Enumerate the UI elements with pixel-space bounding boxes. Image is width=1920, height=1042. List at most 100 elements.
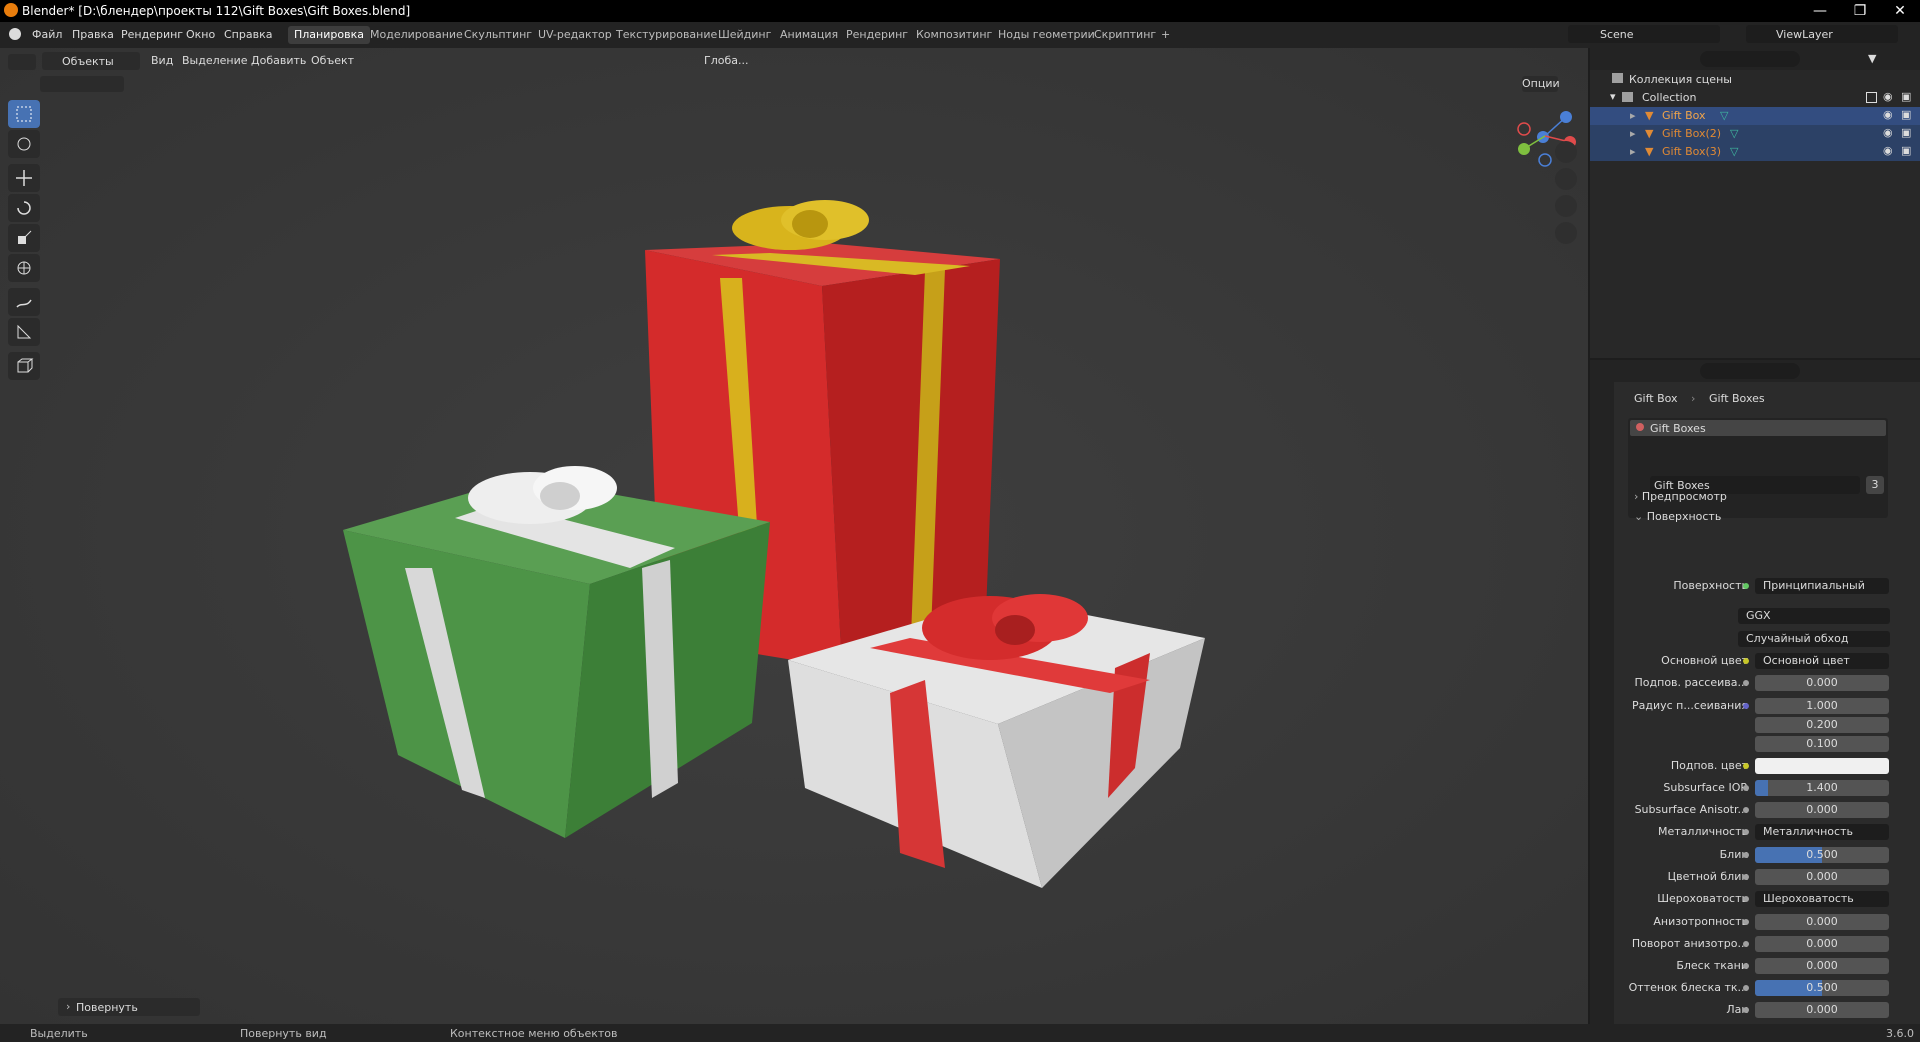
- property-field[interactable]: 0.000: [1755, 802, 1889, 818]
- material-slot-item[interactable]: Gift Boxes: [1630, 420, 1886, 436]
- tab-modeling[interactable]: Моделирование: [364, 26, 469, 44]
- chevron-right-icon[interactable]: ▸: [1630, 127, 1636, 140]
- selection-mode-group[interactable]: [40, 76, 124, 92]
- property-field[interactable]: 1.000: [1755, 698, 1889, 714]
- camera-icon[interactable]: ▣: [1901, 144, 1911, 157]
- outliner-row-scene-collection[interactable]: Коллекция сцены: [1590, 71, 1920, 89]
- property-field[interactable]: 0.000: [1755, 1002, 1889, 1018]
- socket-dot-icon[interactable]: [1743, 658, 1749, 664]
- property-field[interactable]: 0.500: [1755, 980, 1889, 996]
- select-box-tool-button[interactable]: [8, 100, 40, 128]
- socket-dot-icon[interactable]: [1743, 680, 1749, 686]
- menu-add[interactable]: Добавить: [251, 54, 306, 67]
- eye-icon[interactable]: ◉: [1883, 144, 1893, 157]
- socket-dot-icon[interactable]: [1743, 963, 1749, 969]
- properties-search-input[interactable]: [1700, 363, 1800, 379]
- eye-icon[interactable]: ◉: [1883, 108, 1893, 121]
- property-field[interactable]: 0.000: [1755, 936, 1889, 952]
- tab-scripting[interactable]: Скриптинг: [1088, 26, 1162, 44]
- filter-icon[interactable]: ▼: [1868, 52, 1882, 66]
- panel-preview-header[interactable]: › Предпросмотр: [1634, 490, 1727, 503]
- tab-layout[interactable]: Планировка: [288, 26, 370, 44]
- last-operator-panel[interactable]: › Повернуть: [58, 998, 200, 1016]
- minimize-button[interactable]: —: [1800, 1, 1840, 21]
- tab-compositing[interactable]: Композитинг: [910, 26, 998, 44]
- chevron-right-icon[interactable]: ▸: [1630, 109, 1636, 122]
- menu-object[interactable]: Объект: [311, 54, 354, 67]
- socket-dot-icon[interactable]: [1743, 583, 1749, 589]
- zoom-icon[interactable]: [1555, 141, 1577, 163]
- material-slot-list[interactable]: Gift Boxes: [1628, 418, 1888, 518]
- view-layer-selector[interactable]: ViewLayer: [1746, 25, 1898, 43]
- cursor-tool-button[interactable]: [8, 130, 40, 158]
- property-field[interactable]: 1.400: [1755, 780, 1889, 796]
- socket-dot-icon[interactable]: [1743, 919, 1749, 925]
- menu-view[interactable]: Вид: [151, 54, 173, 67]
- panel-surface-header[interactable]: ⌄ Поверхность: [1634, 510, 1721, 523]
- property-field[interactable]: 0.200: [1755, 717, 1889, 733]
- socket-dot-icon[interactable]: [1743, 763, 1749, 769]
- socket-dot-icon[interactable]: [1743, 852, 1749, 858]
- property-field[interactable]: Шероховатость: [1755, 891, 1889, 907]
- transform-orientation-dropdown[interactable]: Глоба...: [704, 54, 748, 67]
- tab-geometry-nodes[interactable]: Ноды геометрии: [992, 26, 1101, 44]
- add-cube-tool-button[interactable]: [8, 352, 40, 380]
- property-field[interactable]: Принципиальный BSDF: [1755, 578, 1889, 594]
- property-field[interactable]: 0.000: [1755, 958, 1889, 974]
- eye-icon[interactable]: ◉: [1883, 90, 1893, 103]
- pan-hand-icon[interactable]: [1555, 168, 1577, 190]
- outliner-row-gift-box[interactable]: ▸ ▼ Gift Box ▽ ◉ ▣: [1590, 107, 1920, 125]
- eye-icon[interactable]: ◉: [1883, 126, 1893, 139]
- camera-icon[interactable]: ▣: [1901, 108, 1911, 121]
- camera-view-icon[interactable]: [1555, 195, 1577, 217]
- camera-icon[interactable]: ▣: [1901, 90, 1911, 103]
- socket-dot-icon[interactable]: [1743, 703, 1749, 709]
- color-swatch[interactable]: [1755, 758, 1889, 774]
- scale-tool-button[interactable]: [8, 224, 40, 252]
- tab-shading[interactable]: Шейдинг: [712, 26, 777, 44]
- outliner-row-gift-box-2[interactable]: ▸ ▼ Gift Box(2) ▽ ◉ ▣: [1590, 125, 1920, 143]
- chevron-down-icon[interactable]: ▾: [1610, 90, 1616, 103]
- socket-dot-icon[interactable]: [1743, 896, 1749, 902]
- property-field[interactable]: Металличность: [1755, 824, 1889, 840]
- chevron-right-icon[interactable]: ▸: [1630, 145, 1636, 158]
- property-field[interactable]: 0.000: [1755, 675, 1889, 691]
- transform-tool-button[interactable]: [8, 254, 40, 282]
- move-tool-button[interactable]: [8, 164, 40, 192]
- menu-window[interactable]: Окно: [186, 28, 215, 41]
- property-dropdown[interactable]: GGX: [1738, 608, 1890, 624]
- menu-render[interactable]: Рендеринг: [121, 28, 183, 41]
- users-count-badge[interactable]: 3: [1866, 476, 1884, 494]
- tab-sculpting[interactable]: Скульптинг: [458, 26, 538, 44]
- exclude-checkbox[interactable]: [1866, 92, 1877, 103]
- 3d-viewport[interactable]: Объекты Вид Выделение Добавить Объект Гл…: [0, 48, 1588, 1024]
- socket-dot-icon[interactable]: [1743, 985, 1749, 991]
- editor-type-button[interactable]: [8, 54, 36, 70]
- outliner-row-gift-box-3[interactable]: ▸ ▼ Gift Box(3) ▽ ◉ ▣: [1590, 143, 1920, 161]
- camera-icon[interactable]: ▣: [1901, 126, 1911, 139]
- socket-dot-icon[interactable]: [1743, 874, 1749, 880]
- annotate-tool-button[interactable]: [8, 288, 40, 316]
- outliner-row-collection[interactable]: ▾ Collection ◉ ▣: [1590, 89, 1920, 107]
- blender-menu-icon[interactable]: [9, 28, 21, 40]
- property-field[interactable]: 0.000: [1755, 914, 1889, 930]
- measure-tool-button[interactable]: [8, 318, 40, 346]
- socket-dot-icon[interactable]: [1743, 941, 1749, 947]
- menu-select[interactable]: Выделение: [182, 54, 248, 67]
- socket-dot-icon[interactable]: [1743, 829, 1749, 835]
- add-workspace-button[interactable]: +: [1155, 26, 1176, 44]
- tab-rendering[interactable]: Рендеринг: [840, 26, 914, 44]
- socket-dot-icon[interactable]: [1743, 1007, 1749, 1013]
- socket-dot-icon[interactable]: [1743, 785, 1749, 791]
- property-dropdown[interactable]: Случайный обход: [1738, 631, 1890, 647]
- options-button[interactable]: Опции: [1522, 76, 1560, 92]
- menu-help[interactable]: Справка: [224, 28, 272, 41]
- property-field[interactable]: Основной цвет: [1755, 653, 1889, 669]
- tab-uv-editing[interactable]: UV-редактор: [532, 26, 618, 44]
- close-button[interactable]: ✕: [1880, 1, 1920, 21]
- tab-texture-paint[interactable]: Текстурирование: [610, 26, 723, 44]
- mode-dropdown[interactable]: Объекты: [42, 52, 140, 70]
- socket-dot-icon[interactable]: [1743, 807, 1749, 813]
- outliner-search-input[interactable]: [1700, 51, 1800, 67]
- tab-animation[interactable]: Анимация: [774, 26, 844, 44]
